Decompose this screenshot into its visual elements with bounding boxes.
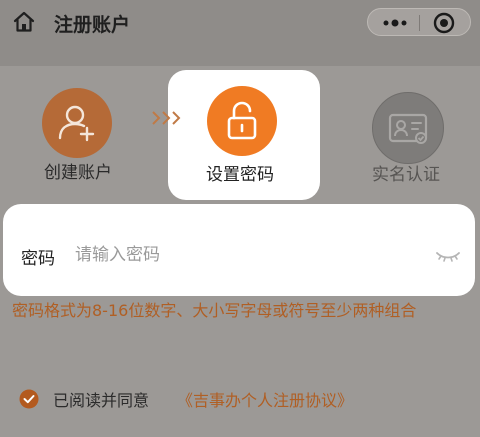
password-input[interactable] xyxy=(75,242,375,268)
step-arrow-icon xyxy=(152,111,181,125)
checkbox-checked-icon[interactable] xyxy=(19,389,39,409)
password-label: 密码 xyxy=(21,249,55,269)
step-label-create-account: 创建账户 xyxy=(44,163,112,183)
agreement-text: 已阅读并同意 xyxy=(53,391,150,410)
agreement-link[interactable]: 《吉事办个人注册协议》 xyxy=(177,387,353,411)
step-label-real-name-auth: 实名认证 xyxy=(372,165,440,185)
step-set-password[interactable] xyxy=(207,86,277,156)
step-real-name-auth[interactable] xyxy=(372,92,444,164)
mini-program-capsule xyxy=(367,8,471,36)
password-field-card: 密码 xyxy=(3,204,475,296)
page-title: 注册账户 xyxy=(54,14,131,36)
close-mini-program-icon[interactable] xyxy=(432,11,456,35)
password-rule-hint: 密码格式为8-16位数字、大小写字母或符号至少两种组合 xyxy=(12,301,417,320)
more-icon[interactable] xyxy=(382,16,408,30)
eye-closed-icon[interactable] xyxy=(435,248,461,264)
step-create-account[interactable] xyxy=(42,88,112,158)
home-icon[interactable] xyxy=(12,10,36,34)
step-label-set-password: 设置密码 xyxy=(206,165,274,185)
id-card-icon xyxy=(388,113,428,144)
user-add-icon xyxy=(58,105,95,142)
capsule-divider xyxy=(419,15,420,31)
unlock-icon xyxy=(227,101,257,140)
top-bar: 注册账户 xyxy=(0,0,480,44)
